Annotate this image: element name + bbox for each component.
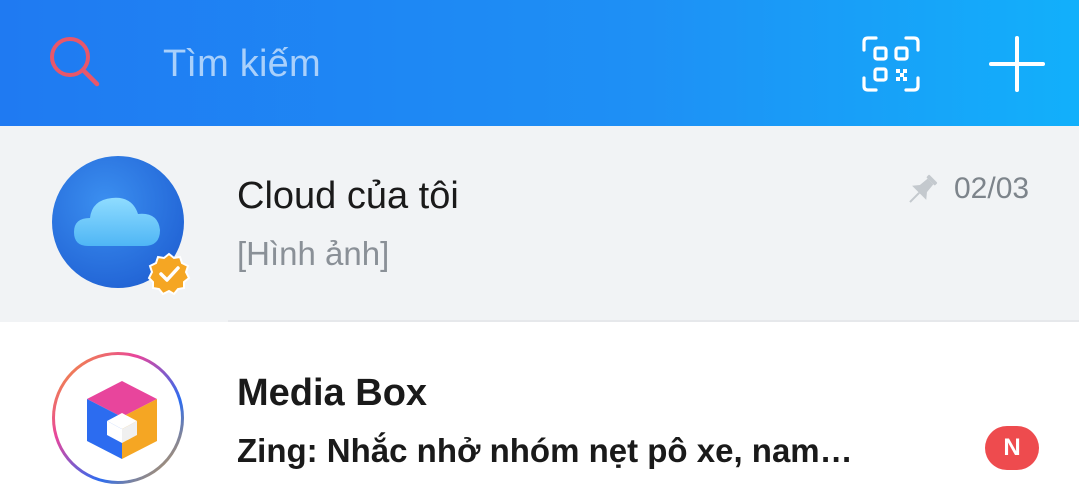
search-icon[interactable] (45, 32, 105, 92)
plus-icon[interactable] (986, 33, 1048, 95)
chat-list-screen: Tìm kiếm Cloud của tôi [Hình ảnh] 02/03 … (0, 0, 1079, 496)
conversation-title: Cloud của tôi (237, 175, 459, 217)
pin-icon (909, 174, 938, 203)
top-bar: Tìm kiếm (0, 0, 1079, 126)
search-input[interactable]: Tìm kiếm (163, 40, 321, 88)
new-badge: N (985, 426, 1039, 470)
conversation-preview: Zing: Nhắc nhở nhóm nẹt pô xe, nam… (237, 432, 853, 469)
avatar (52, 156, 191, 296)
conversation-title: Media Box (237, 372, 428, 414)
conversation-item-media-box[interactable]: Media Box Zing: Nhắc nhở nhóm nẹt pô xe,… (0, 322, 1079, 496)
conversation-preview: [Hình ảnh] (237, 235, 390, 272)
conversation-item-cloud[interactable]: Cloud của tôi [Hình ảnh] 02/03 (0, 126, 1079, 322)
qr-code-icon[interactable] (860, 34, 922, 94)
conversation-date: 02/03 (954, 172, 1030, 205)
verified-badge-icon (147, 252, 191, 296)
avatar (52, 352, 184, 484)
media-box-logo (87, 381, 157, 459)
